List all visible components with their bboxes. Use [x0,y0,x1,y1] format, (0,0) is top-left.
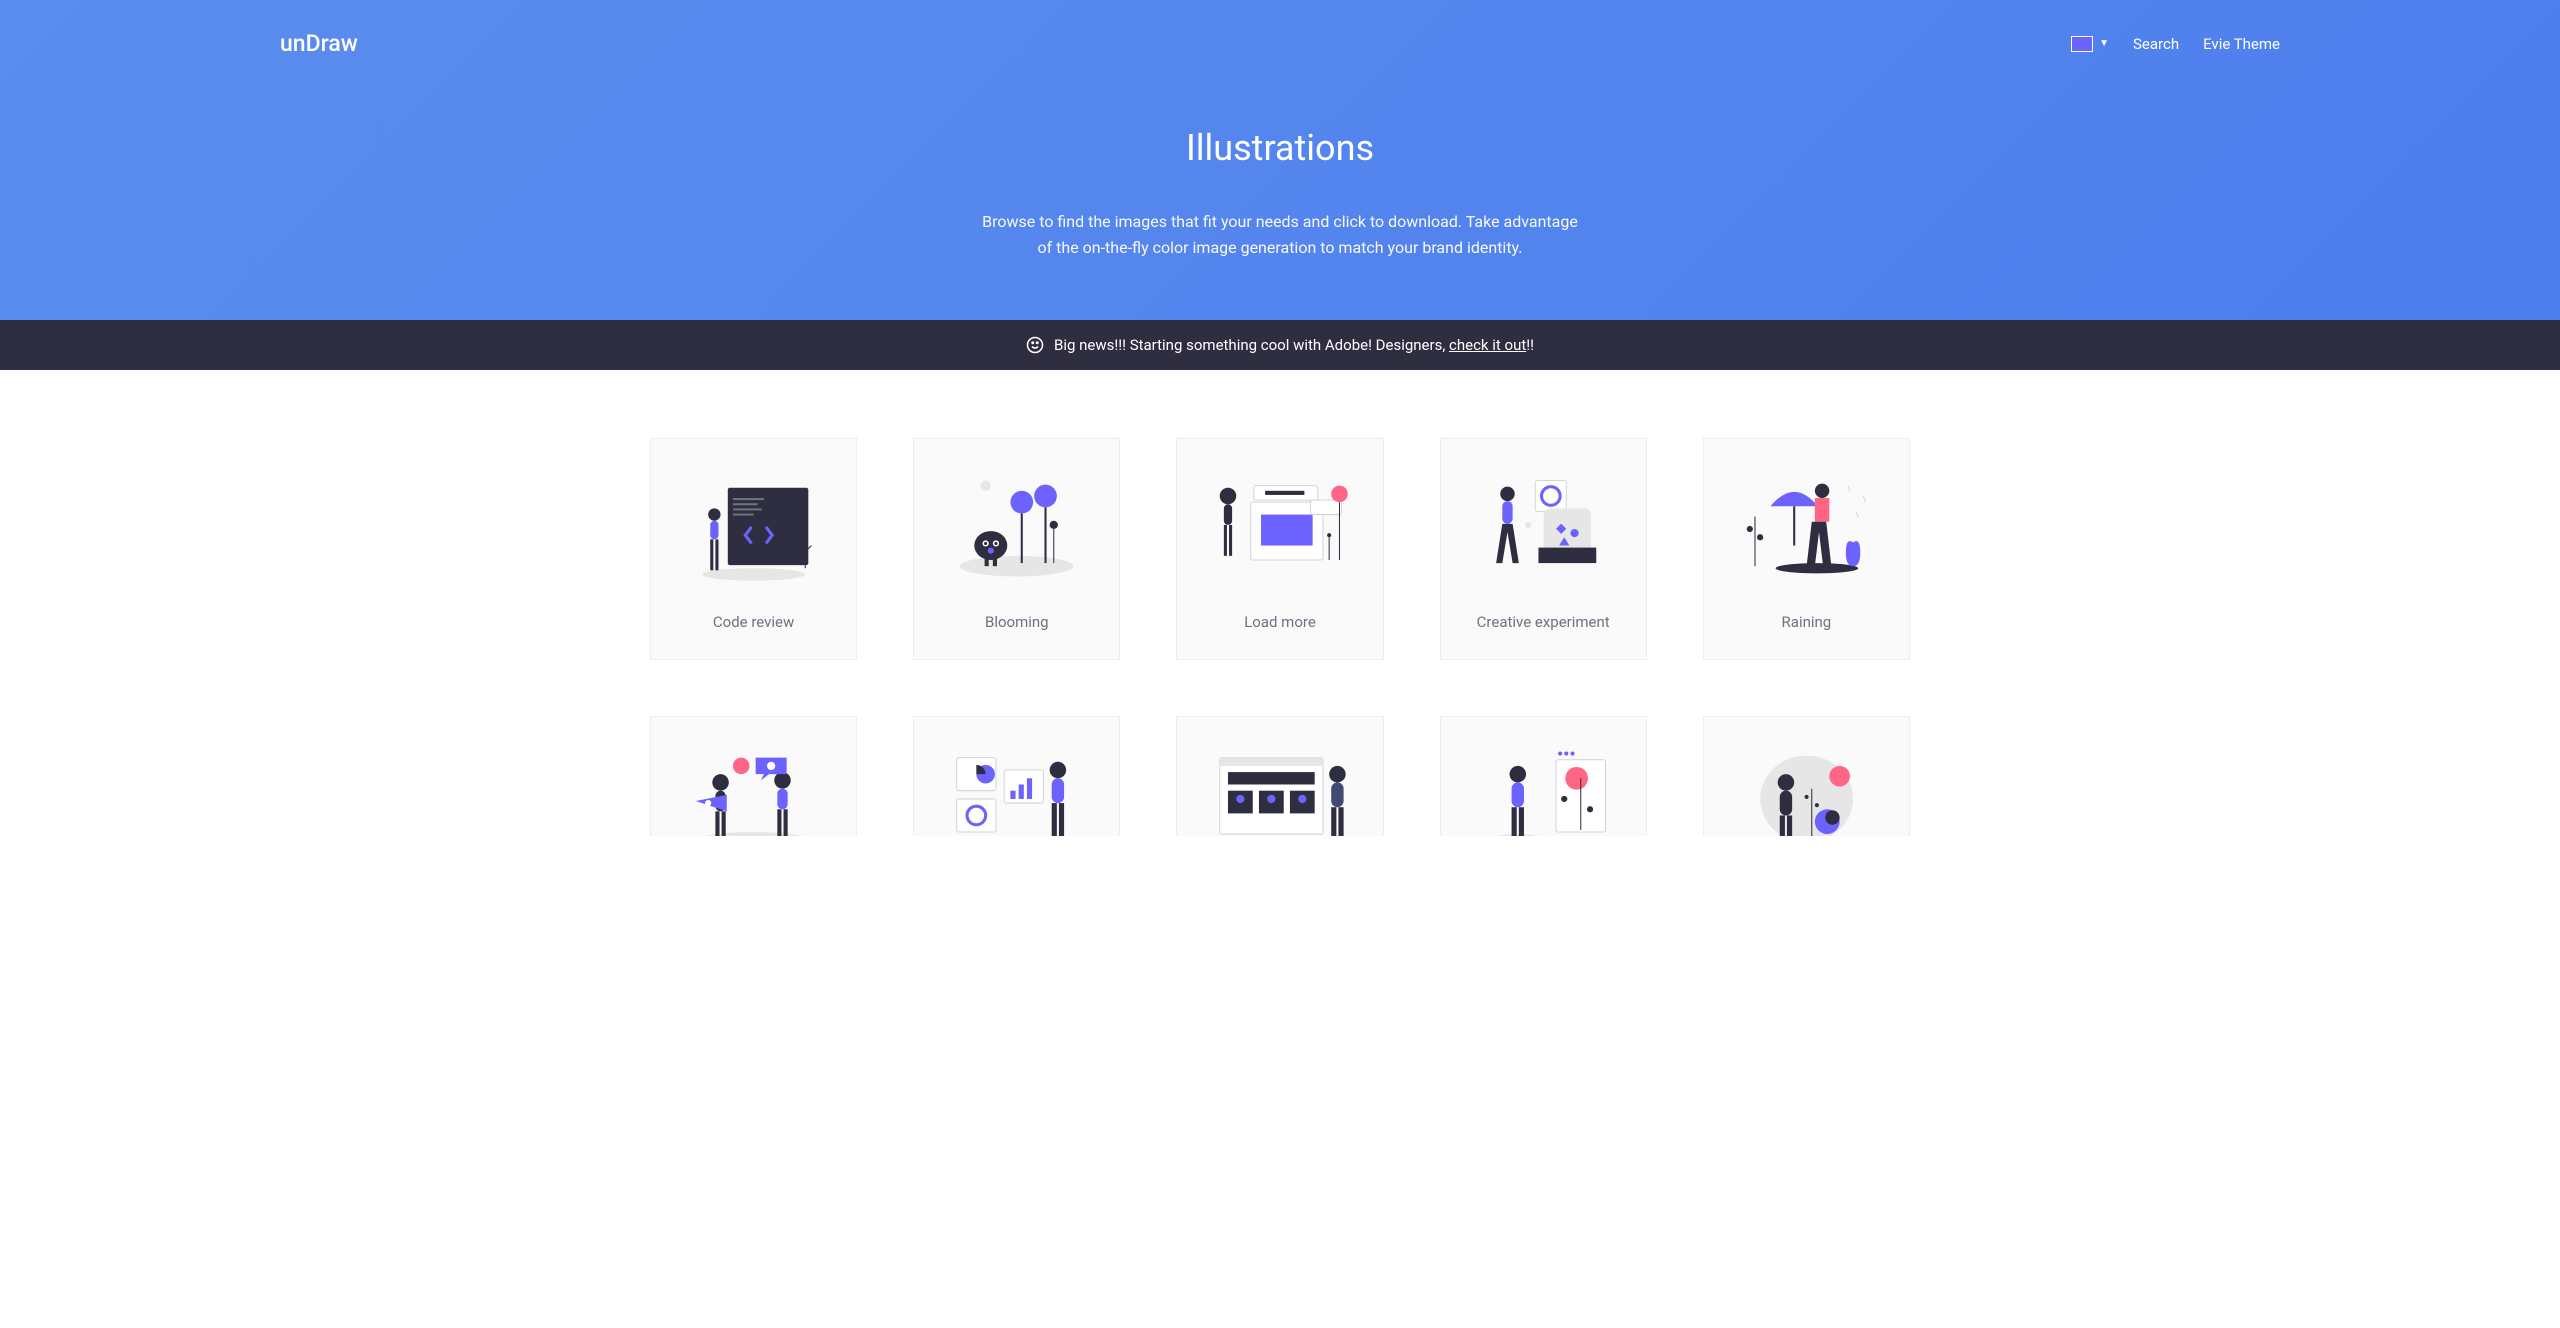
illustration-card[interactable]: Raining [1703,438,1910,660]
news-link[interactable]: check it out [1449,336,1526,354]
illustration-title: Raining [1782,595,1832,659]
illustration-image [651,439,856,595]
evie-theme-link[interactable]: Evie Theme [2203,35,2280,53]
illustration-image [1177,717,1382,836]
code-review-icon [671,465,836,589]
tree-together-icon [1724,737,1889,836]
online-friends-icon [671,737,836,836]
page-title: Illustrations [0,127,2560,169]
my-answer-icon [1461,737,1626,836]
news-suffix: !! [1526,336,1534,354]
illustration-card[interactable] [1176,716,1383,836]
illustration-card[interactable]: Code review [650,438,857,660]
hero-section: unDraw ▼ Search Evie Theme Illustrations… [0,0,2560,320]
illustration-image [914,717,1119,836]
color-picker[interactable]: ▼ [2071,36,2109,52]
illustration-title: Load more [1244,595,1316,659]
illustration-title: Code review [713,595,794,659]
illustration-card[interactable]: Creative experiment [1440,438,1647,660]
page-description: Browse to find the images that fit your … [980,209,1580,260]
images-browser-icon [1197,737,1362,836]
growth-analytics-icon [934,737,1099,836]
news-banner: Big news!!! Starting something cool with… [0,320,2560,370]
gallery: Code review [0,370,2560,904]
illustration-image [1441,717,1646,836]
gallery-grid: Code review [650,438,1910,836]
blooming-icon [934,465,1099,589]
illustration-card[interactable]: Blooming [913,438,1120,660]
logo[interactable]: unDraw [280,30,358,57]
illustration-image [1704,717,1909,836]
news-text: Big news!!! Starting something cool with… [1054,336,1534,354]
raining-icon [1724,465,1889,589]
news-prefix: Big news!!! Starting something cool with… [1054,336,1449,354]
chevron-down-icon: ▼ [2099,38,2109,49]
search-link[interactable]: Search [2133,35,2179,53]
illustration-card[interactable]: Load more [1176,438,1383,660]
illustration-card[interactable] [650,716,857,836]
creative-experiment-icon [1461,465,1626,589]
hero-content: Illustrations Browse to find the images … [0,57,2560,260]
smiley-icon [1026,336,1044,354]
header: unDraw ▼ Search Evie Theme [0,0,2560,57]
illustration-card[interactable] [1703,716,1910,836]
illustration-title: Blooming [985,595,1049,659]
illustration-image [1441,439,1646,595]
load-more-icon [1197,465,1362,589]
illustration-image [914,439,1119,595]
illustration-card[interactable] [1440,716,1647,836]
illustration-title: Creative experiment [1477,595,1610,659]
illustration-image [651,717,856,836]
illustration-card[interactable] [913,716,1120,836]
illustration-image [1704,439,1909,595]
illustration-image [1177,439,1382,595]
nav: ▼ Search Evie Theme [2071,35,2280,53]
color-swatch [2071,36,2093,52]
